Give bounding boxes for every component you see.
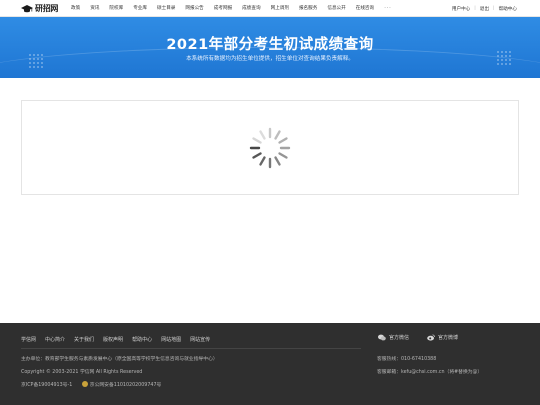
nav-item-schools[interactable]: 院校库 — [109, 0, 123, 17]
weibo-icon — [427, 334, 435, 341]
main-nav: 政策 资讯 院校库 专业库 硕士目录 网报公告 成考网报 成绩查询 网上调剂 报… — [71, 0, 391, 17]
separator: | — [474, 6, 476, 11]
weibo-label: 官方微博 — [438, 335, 459, 341]
nav-item-announcements[interactable]: 网报公告 — [185, 0, 203, 17]
nav-more-button[interactable]: ··· — [384, 5, 391, 12]
footer-link-promo[interactable]: 网站宣传 — [190, 336, 210, 343]
email-text: 客服邮箱：kefu@chsi.com.cn（将#替换为@） — [377, 370, 483, 375]
social-links: 官方微信 官方微博 — [378, 334, 458, 341]
user-links: 用户中心 | 退出 | 帮助中心 — [452, 0, 517, 17]
weibo-link[interactable]: 官方微博 — [427, 334, 458, 341]
nav-item-disclosure[interactable]: 信息公开 — [327, 0, 345, 17]
nav-item-adult-exam[interactable]: 成考网报 — [214, 0, 232, 17]
nav-item-score-query[interactable]: 成绩查询 — [242, 0, 260, 17]
footer-link-sitemap[interactable]: 网站地图 — [161, 336, 181, 343]
graduation-cap-icon — [21, 4, 33, 12]
help-center-link[interactable]: 帮助中心 — [499, 6, 517, 12]
footer-icp-row: 京ICP备19004913号-1 京公网安备11010202009747号 — [21, 381, 161, 388]
hotline-text: 客服热线：010-67410388 — [377, 357, 437, 362]
loading-spinner-icon — [249, 127, 291, 169]
footer-copyright: Copyright © 2003-2021 学信网 All Rights Res… — [21, 370, 143, 375]
logout-link[interactable]: 退出 — [480, 6, 489, 12]
nav-item-policy[interactable]: 政策 — [71, 0, 80, 17]
nav-item-adjustment[interactable]: 网上调剂 — [271, 0, 289, 17]
police-badge-icon — [81, 381, 88, 387]
footer-link-about[interactable]: 关于我们 — [74, 336, 94, 343]
police-record-link[interactable]: 京公网安备11010202009747号 — [90, 383, 162, 388]
footer-link-chsi[interactable]: 学信网 — [21, 336, 36, 343]
footer-link-help[interactable]: 帮助中心 — [132, 336, 152, 343]
site-footer: 学信网 中心简介 关于我们 版权声明 帮助中心 网站地图 网站宣传 主办单位：教… — [0, 323, 540, 405]
footer-divider — [21, 348, 361, 349]
nav-item-news[interactable]: 资讯 — [90, 0, 99, 17]
site-logo[interactable]: 研招网 — [21, 3, 58, 14]
nav-item-consult[interactable]: 在线咨询 — [356, 0, 374, 17]
top-nav-bar: 研招网 政策 资讯 院校库 专业库 硕士目录 网报公告 成考网报 成绩查询 网上… — [0, 0, 540, 17]
logo-text: 研招网 — [35, 3, 59, 13]
user-center-link[interactable]: 用户中心 — [452, 6, 470, 12]
footer-sponsor: 主办单位：教育部学生服务与素质发展中心（原全国高等学校学生信息咨询与就业指导中心… — [21, 357, 218, 362]
separator: | — [493, 6, 495, 11]
footer-link-copyright[interactable]: 版权声明 — [103, 336, 123, 343]
nav-item-catalog[interactable]: 硕士目录 — [157, 0, 175, 17]
page-title: 2021年部分考生初试成绩查询 — [166, 37, 374, 53]
nav-item-majors[interactable]: 专业库 — [133, 0, 147, 17]
footer-links: 学信网 中心简介 关于我们 版权声明 帮助中心 网站地图 网站宣传 — [21, 336, 219, 343]
wechat-link[interactable]: 官方微信 — [378, 334, 409, 341]
nav-item-registration[interactable]: 报名服务 — [299, 0, 317, 17]
icp-link[interactable]: 京ICP备19004913号-1 — [21, 383, 72, 388]
wechat-icon — [378, 334, 386, 341]
footer-link-intro[interactable]: 中心简介 — [45, 336, 65, 343]
page-subtitle: 本系统所有数据均为招生单位提供，招生单位对查询结果负责解释。 — [186, 56, 354, 62]
wechat-label: 官方微信 — [389, 335, 410, 341]
